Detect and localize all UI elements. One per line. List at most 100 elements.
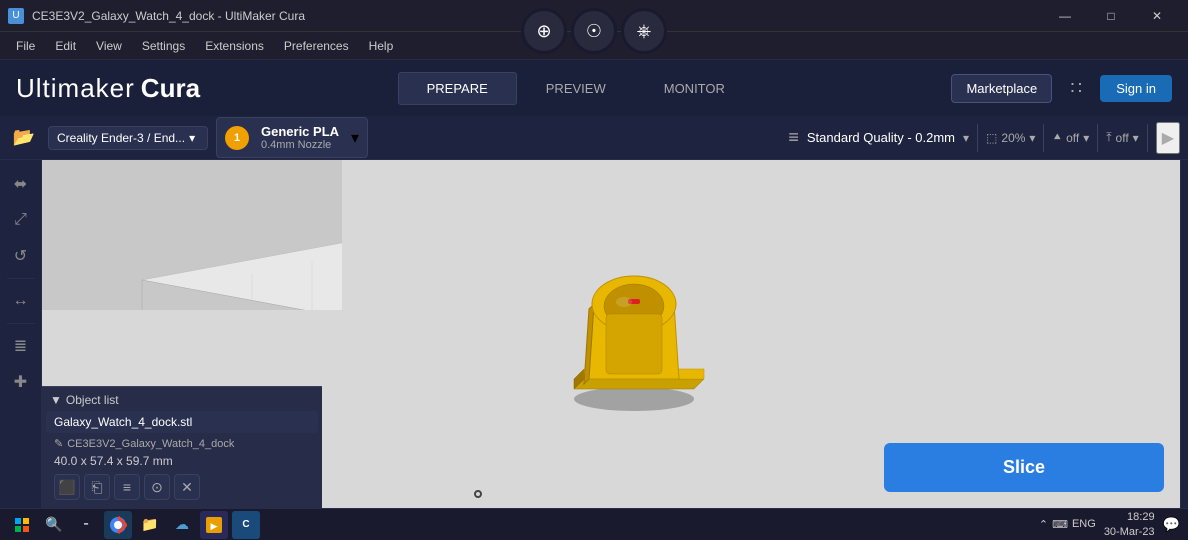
menu-extensions[interactable]: Extensions (197, 35, 272, 57)
taskbar-system-icons: ⌃ ⌨ ENG (1039, 518, 1096, 531)
taskview-button[interactable]: ⁃ (72, 511, 100, 539)
object-info-row: ✎ CE3E3V2_Galaxy_Watch_4_dock (46, 435, 318, 452)
menu-settings[interactable]: Settings (134, 35, 193, 57)
supports-label: off (1066, 131, 1079, 145)
per-model-settings-button[interactable]: ≣ (5, 330, 37, 362)
keyboard-button[interactable]: ⎈ (621, 8, 667, 54)
support-blocker-button[interactable]: ✚ (5, 366, 37, 398)
clock[interactable]: 18:29 30-Mar-23 (1104, 510, 1155, 539)
search-taskbar-button[interactable]: 🔍 (40, 511, 68, 539)
delete-obj-btn[interactable]: ✕ (174, 474, 200, 500)
tab-monitor[interactable]: MONITOR (635, 72, 754, 105)
menu-edit[interactable]: Edit (47, 35, 84, 57)
material-name: Generic PLA (261, 124, 339, 139)
merge-obj-btn[interactable]: ⊙ (144, 474, 170, 500)
notification-icon[interactable]: 💬 (1163, 516, 1180, 533)
main-area: ⬌ ⤢ ↺ ↔ ≣ ✚ (0, 160, 1188, 508)
keyboard-layout-icon: ⌨ (1052, 518, 1068, 531)
zoom-remote-button[interactable]: ⊕ (521, 8, 567, 54)
cura-taskbar-icon[interactable]: C (232, 511, 260, 539)
menu-help[interactable]: Help (361, 35, 402, 57)
object-list-header[interactable]: ▼ Object list (46, 391, 318, 409)
toolbar-divider-2 (1043, 124, 1044, 152)
photos-taskbar-icon[interactable]: ▶ (200, 511, 228, 539)
adhesion-selector[interactable]: ⤒ off ▾ (1106, 130, 1138, 145)
toolbar-divider-4 (1147, 124, 1148, 152)
mirror-tool-button[interactable]: ↔ (5, 285, 37, 317)
printer-selector[interactable]: Creality Ender-3 / End... ▾ (48, 126, 208, 150)
supports-selector[interactable]: ⯅ off ▾ (1052, 130, 1089, 145)
quality-dropdown-icon: ▾ (963, 131, 969, 145)
start-button[interactable] (8, 511, 36, 539)
edit-icon: ✎ (54, 437, 63, 450)
taskbar-right: ⌃ ⌨ ENG 18:29 30-Mar-23 💬 (1039, 510, 1180, 539)
left-tools: ⬌ ⤢ ↺ ↔ ≣ ✚ (0, 160, 42, 508)
quality-selector[interactable]: ≡ Standard Quality - 0.2mm ▾ (788, 127, 969, 148)
dimensions-text: 40.0 x 57.4 x 59.7 mm (54, 454, 173, 468)
marketplace-button[interactable]: Marketplace (951, 74, 1052, 103)
rotate-tool-button[interactable]: ↺ (5, 240, 37, 272)
logo-product: Cura (141, 73, 200, 104)
tab-preview[interactable]: PREVIEW (517, 72, 635, 105)
cursor (474, 490, 482, 498)
object-panel: ▼ Object list Galaxy_Watch_4_dock.stl ✎ … (42, 386, 322, 508)
up-arrow-icon[interactable]: ⌃ (1039, 518, 1048, 531)
object-file-item[interactable]: Galaxy_Watch_4_dock.stl (46, 411, 318, 433)
svg-text:▶: ▶ (211, 521, 218, 531)
right-panel (1180, 160, 1188, 508)
3d-model (544, 214, 724, 414)
grid-background (42, 160, 342, 310)
quality-text: Standard Quality - 0.2mm (807, 130, 955, 145)
collapse-icon: ▼ (50, 393, 62, 407)
remote-toolbar: ⊕ ☉ ⎈ (521, 8, 667, 54)
object-dimensions: 40.0 x 57.4 x 59.7 mm (46, 452, 318, 470)
tool-separator-1 (7, 278, 35, 279)
scale-tool-button[interactable]: ⤢ (5, 204, 37, 236)
open-file-button[interactable]: 📂 (8, 122, 40, 154)
menu-view[interactable]: View (88, 35, 130, 57)
header-right: Marketplace ∷ Sign in (951, 72, 1172, 104)
printer-name: Creality Ender-3 / End... (57, 131, 185, 145)
logo-brand: Ultimaker (16, 73, 135, 104)
files-taskbar-icon[interactable]: 📁 (136, 511, 164, 539)
array-obj-btn[interactable]: ≡ (114, 474, 140, 500)
signin-button[interactable]: Sign in (1100, 75, 1172, 102)
menu-preferences[interactable]: Preferences (276, 35, 357, 57)
material-dropdown-icon: ▾ (351, 128, 359, 148)
viewport[interactable]: ▼ Object list Galaxy_Watch_4_dock.stl ✎ … (42, 160, 1180, 508)
infill-value: 20% (1001, 131, 1025, 145)
supports-dropdown-icon: ▾ (1083, 131, 1089, 145)
slice-button[interactable]: Slice (884, 443, 1164, 492)
tab-prepare[interactable]: PREPARE (398, 72, 517, 105)
language-indicator: ENG (1072, 518, 1096, 531)
settings-expand-button[interactable]: ▶ (1156, 122, 1180, 154)
taskbar-left: 🔍 ⁃ 📁 ☁ ▶ C (8, 511, 260, 539)
clock-date: 30-Mar-23 (1104, 525, 1155, 539)
taskbar: 🔍 ⁃ 📁 ☁ ▶ C ⌃ ⌨ ENG 18:29 30-Mar-23 💬 (0, 508, 1188, 540)
grid-icon-button[interactable]: ∷ (1060, 72, 1092, 104)
nav-tabs: PREPARE PREVIEW MONITOR (398, 72, 754, 105)
dbapp-taskbar-icon[interactable]: ☁ (168, 511, 196, 539)
infill-icon: ⬚ (986, 131, 997, 145)
material-sub: 0.4mm Nozzle (261, 139, 339, 151)
close-button[interactable]: ✕ (1134, 0, 1180, 32)
infill-dropdown-icon: ▾ (1029, 131, 1035, 145)
adhesion-icon: ⤒ (1106, 130, 1111, 145)
clock-time: 18:29 (1104, 510, 1155, 524)
maximize-button[interactable]: □ (1088, 0, 1134, 32)
window-controls[interactable]: — □ ✕ (1042, 0, 1180, 32)
material-selector[interactable]: 1 Generic PLA 0.4mm Nozzle ▾ (216, 117, 368, 158)
remote-desktop-button[interactable]: ☉ (571, 8, 617, 54)
move-tool-button[interactable]: ⬌ (5, 168, 37, 200)
toolbar-bar: 📂 Creality Ender-3 / End... ▾ 1 Generic … (0, 116, 1188, 160)
minimize-button[interactable]: — (1042, 0, 1088, 32)
supports-icon: ⯅ (1052, 130, 1062, 145)
logo: Ultimaker Cura (16, 73, 200, 104)
object-list-label: Object list (66, 393, 119, 407)
object-edit-label: CE3E3V2_Galaxy_Watch_4_dock (67, 438, 234, 450)
duplicate-obj-btn[interactable]: ⎗ (84, 474, 110, 500)
menu-file[interactable]: File (8, 35, 43, 57)
chrome-taskbar-icon[interactable] (104, 511, 132, 539)
infill-selector[interactable]: ⬚ 20% ▾ (986, 131, 1035, 145)
per-model-settings-obj-btn[interactable]: ⬛ (54, 474, 80, 500)
